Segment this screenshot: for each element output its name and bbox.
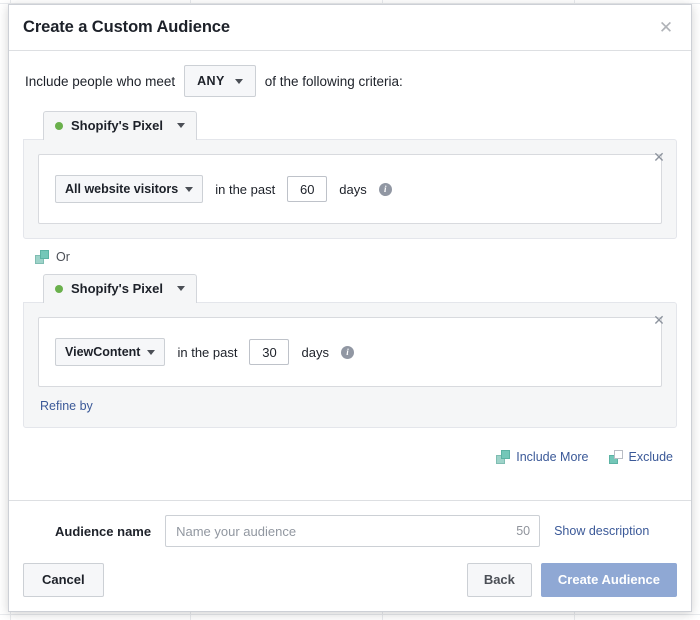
status-dot-icon — [55, 122, 63, 130]
rule-dropdown-label-2: ViewContent — [65, 344, 140, 360]
audience-name-field-wrap: 50 — [165, 515, 540, 547]
criteria-rule-1: All website visitors in the past days i — [38, 154, 662, 224]
include-more-label: Include More — [516, 450, 588, 464]
in-the-past-text-2: in the past — [177, 345, 237, 360]
days-input-1[interactable] — [287, 176, 327, 202]
or-label: Or — [56, 250, 70, 264]
layered-squares-icon — [496, 450, 510, 464]
rule-dropdown-1[interactable]: All website visitors — [55, 175, 203, 203]
footer-button-row: Cancel Back Create Audience — [23, 563, 677, 597]
cancel-button[interactable]: Cancel — [23, 563, 104, 597]
refine-by-link[interactable]: Refine by — [40, 399, 93, 413]
in-the-past-text-1: in the past — [215, 182, 275, 197]
info-icon[interactable]: i — [341, 346, 354, 359]
include-prefix-text: Include people who meet — [25, 74, 175, 89]
footer-right-buttons: Back Create Audience — [467, 563, 677, 597]
audience-name-input[interactable] — [165, 515, 540, 547]
include-criteria-row: Include people who meet ANY of the follo… — [23, 65, 677, 97]
include-more-link[interactable]: Include More — [496, 450, 588, 464]
days-unit-text-1: days — [339, 182, 366, 197]
criteria-rule-2: ViewContent in the past days i — [38, 317, 662, 387]
status-dot-icon — [55, 285, 63, 293]
pixel-source-dropdown-2[interactable]: Shopify's Pixel — [43, 274, 197, 303]
operator-dropdown[interactable]: ANY — [184, 65, 256, 97]
pixel-source-label-2: Shopify's Pixel — [71, 281, 163, 296]
include-suffix-text: of the following criteria: — [265, 74, 403, 89]
chevron-down-icon — [177, 123, 185, 128]
remove-criteria-1-icon[interactable]: ✕ — [650, 148, 668, 166]
rule-dropdown-label-1: All website visitors — [65, 181, 178, 197]
days-input-2[interactable] — [249, 339, 289, 365]
pixel-source-dropdown-1[interactable]: Shopify's Pixel — [43, 111, 197, 140]
criteria-group-2: Shopify's Pixel ✕ ViewContent in the pas… — [23, 274, 677, 428]
close-icon[interactable]: ✕ — [655, 17, 677, 39]
chevron-down-icon — [185, 187, 193, 192]
show-description-link[interactable]: Show description — [554, 524, 649, 538]
dialog-header: Create a Custom Audience ✕ — [9, 5, 691, 51]
chevron-down-icon — [147, 350, 155, 355]
dialog-title: Create a Custom Audience — [23, 18, 230, 37]
audience-actions-row: Include More Exclude — [23, 450, 677, 464]
days-unit-text-2: days — [301, 345, 328, 360]
operator-dropdown-label: ANY — [197, 73, 225, 89]
dialog-footer: Audience name 50 Show description Cancel… — [9, 500, 691, 611]
criteria-panel-2: ✕ ViewContent in the past days i Refine … — [23, 302, 677, 428]
audience-name-row: Audience name 50 Show description — [23, 515, 677, 547]
chevron-down-icon — [177, 286, 185, 291]
back-button[interactable]: Back — [467, 563, 532, 597]
rule-dropdown-2[interactable]: ViewContent — [55, 338, 165, 366]
pixel-source-label-1: Shopify's Pixel — [71, 118, 163, 133]
layered-squares-outline-icon — [609, 450, 623, 464]
criteria-group-1: Shopify's Pixel ✕ All website visitors i… — [23, 111, 677, 239]
create-audience-button[interactable]: Create Audience — [541, 563, 677, 597]
exclude-link[interactable]: Exclude — [609, 450, 673, 464]
info-icon[interactable]: i — [379, 183, 392, 196]
create-custom-audience-dialog: Create a Custom Audience ✕ Include peopl… — [8, 4, 692, 612]
chevron-down-icon — [235, 79, 243, 84]
criteria-panel-1: ✕ All website visitors in the past days … — [23, 139, 677, 239]
dialog-body: Include people who meet ANY of the follo… — [9, 51, 691, 500]
audience-name-label: Audience name — [55, 524, 151, 539]
remove-criteria-2-icon[interactable]: ✕ — [650, 311, 668, 329]
exclude-label: Exclude — [629, 450, 673, 464]
or-separator: Or — [35, 250, 677, 264]
layered-squares-icon — [35, 250, 49, 264]
